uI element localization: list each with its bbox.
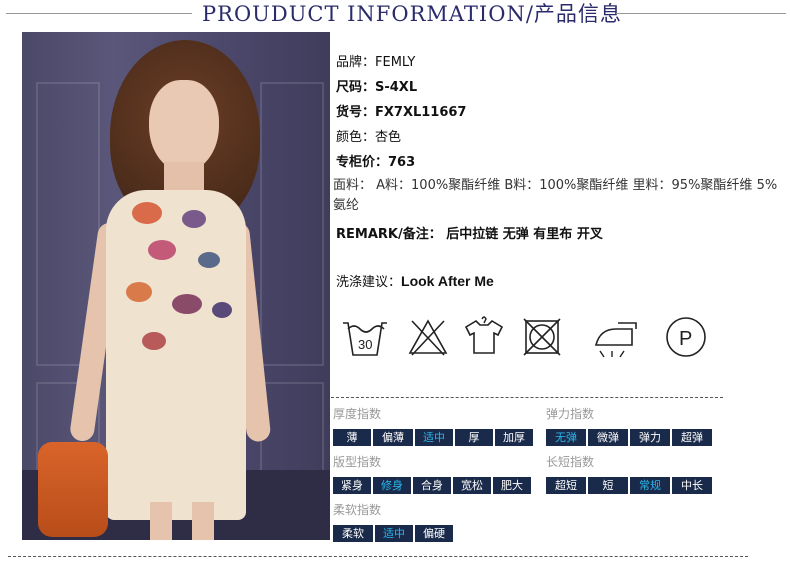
header-line-left bbox=[6, 13, 192, 14]
softness-option: 偏硬 bbox=[415, 525, 453, 542]
softness-option: 柔软 bbox=[333, 525, 373, 542]
thickness-label: 厚度指数 bbox=[333, 407, 382, 421]
spec-brand: 品牌：FEMLY bbox=[336, 55, 416, 70]
length-option: 常规 bbox=[630, 477, 670, 494]
fit-option: 修身 bbox=[373, 477, 411, 494]
elasticity-options: 无弹 微弹 弹力 超弹 bbox=[546, 429, 712, 446]
thickness-option: 加厚 bbox=[495, 429, 533, 446]
spec-size: 尺码：S-4XL bbox=[336, 80, 418, 95]
wash-30-icon: 30 bbox=[343, 322, 387, 356]
wash-temp-text: 30 bbox=[358, 337, 372, 352]
thickness-option: 偏薄 bbox=[373, 429, 413, 446]
spec-material: 面料： A料：100%聚酯纤维 B料：100%聚酯纤维 里料：95%聚酯纤维 5… bbox=[333, 178, 778, 213]
softness-options: 柔软 适中 偏硬 bbox=[333, 525, 453, 542]
thickness-option: 厚 bbox=[455, 429, 493, 446]
length-option: 中长 bbox=[672, 477, 712, 494]
hang-dry-icon bbox=[464, 316, 504, 354]
elasticity-option: 无弹 bbox=[546, 429, 586, 446]
fit-options: 紧身 修身 合身 宽松 肥大 bbox=[333, 477, 531, 494]
divider-top bbox=[331, 397, 723, 398]
fit-option: 紧身 bbox=[333, 477, 371, 494]
header-line-right bbox=[616, 13, 786, 14]
spec-price: 专柜价：763 bbox=[336, 155, 416, 170]
page-title: PROUDUCT INFORMATION/产品信息 bbox=[202, 2, 622, 26]
elasticity-option: 微弹 bbox=[588, 429, 628, 446]
length-label: 长短指数 bbox=[546, 455, 595, 469]
dry-clean-p-icon: P bbox=[666, 317, 706, 357]
divider-bottom bbox=[8, 556, 748, 557]
fit-label: 版型指数 bbox=[333, 455, 382, 469]
fit-option: 合身 bbox=[413, 477, 451, 494]
thickness-options: 薄偏薄 适中厚加厚 bbox=[333, 429, 533, 446]
thickness-option: 适中 bbox=[415, 429, 453, 446]
care-icons: 30 P bbox=[336, 315, 716, 363]
no-tumble-dry-icon bbox=[523, 318, 561, 356]
no-bleach-icon bbox=[408, 319, 448, 356]
softness-label: 柔软指数 bbox=[333, 503, 382, 517]
spec-color: 颜色：杏色 bbox=[336, 130, 402, 145]
product-photo bbox=[22, 32, 330, 540]
length-option: 短 bbox=[588, 477, 628, 494]
handbag bbox=[38, 442, 108, 537]
iron-low-icon bbox=[594, 322, 637, 358]
softness-option: 适中 bbox=[375, 525, 413, 542]
wash-label: 洗涤建议： bbox=[336, 275, 402, 290]
dry-clean-letter: P bbox=[679, 328, 692, 350]
elasticity-option: 超弹 bbox=[672, 429, 712, 446]
spec-item-no: 货号：FX7XL11667 bbox=[336, 105, 467, 120]
fit-option: 宽松 bbox=[453, 477, 491, 494]
fit-option: 肥大 bbox=[493, 477, 531, 494]
spec-wash: 洗涤建议：Look After Me bbox=[336, 271, 494, 290]
thickness-option: 薄 bbox=[333, 429, 371, 446]
spec-remark: REMARK/备注： 后中拉链 无弹 有里布 开叉 bbox=[336, 227, 603, 242]
length-options: 超短短常规 中长 bbox=[546, 477, 712, 494]
elasticity-label: 弹力指数 bbox=[546, 407, 595, 421]
length-option: 超短 bbox=[546, 477, 586, 494]
elasticity-option: 弹力 bbox=[630, 429, 670, 446]
wash-value: Look After Me bbox=[401, 273, 494, 289]
